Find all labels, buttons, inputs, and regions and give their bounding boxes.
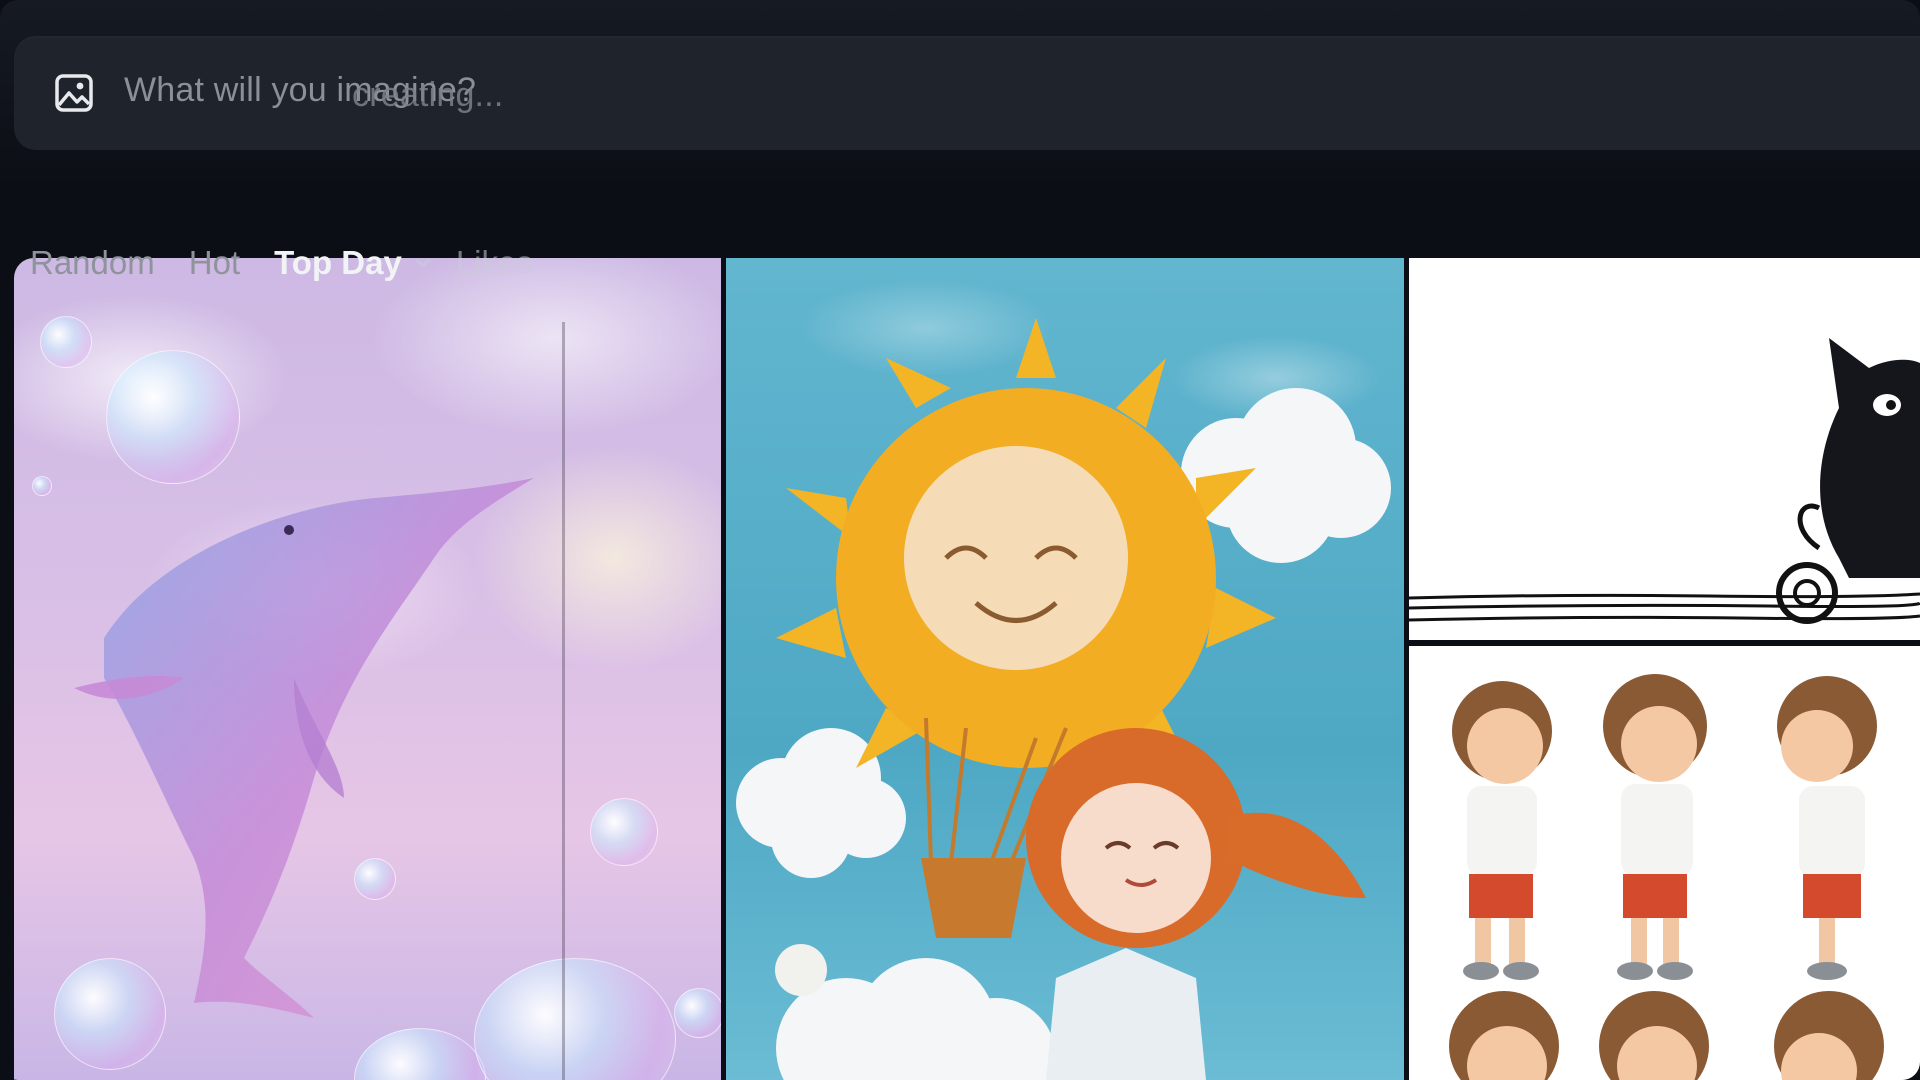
bubble: [590, 798, 658, 866]
gallery-image-dolphin[interactable]: [14, 258, 721, 1080]
prompt-status-text: creating...: [352, 76, 504, 114]
bubble: [106, 350, 240, 484]
gallery-image-felt-sun[interactable]: [726, 258, 1404, 1080]
image-icon[interactable]: [54, 73, 94, 113]
tab-top-day[interactable]: Top Day: [274, 244, 402, 282]
tab-random[interactable]: Random: [30, 244, 155, 282]
bubble: [354, 858, 396, 900]
prompt-bar[interactable]: What will you imagine? creating...: [14, 36, 1920, 150]
scribble-cat-illustration: [1409, 338, 1920, 624]
felt-sun-illustration: [736, 318, 1391, 1080]
prompt-input[interactable]: What will you imagine? creating...: [124, 63, 824, 123]
bubble: [40, 316, 92, 368]
bubble: [674, 988, 721, 1038]
tab-likes[interactable]: Likes: [456, 244, 533, 282]
boy-character-sheet-illustration: [1449, 674, 1884, 1080]
bubble: [54, 958, 166, 1070]
chevron-down-icon[interactable]: [412, 252, 434, 274]
tab-hot[interactable]: Hot: [189, 244, 240, 282]
gallery-image-boy-character-sheet[interactable]: [1409, 646, 1920, 1080]
feed-filter-tabs: Random Hot Top Day Likes: [30, 244, 567, 282]
image-divider: [562, 322, 565, 1080]
app-frame: What will you imagine? creating... Rando…: [0, 0, 1920, 1080]
bubble: [32, 476, 52, 496]
gallery-image-scribble-cat[interactable]: [1409, 258, 1920, 640]
